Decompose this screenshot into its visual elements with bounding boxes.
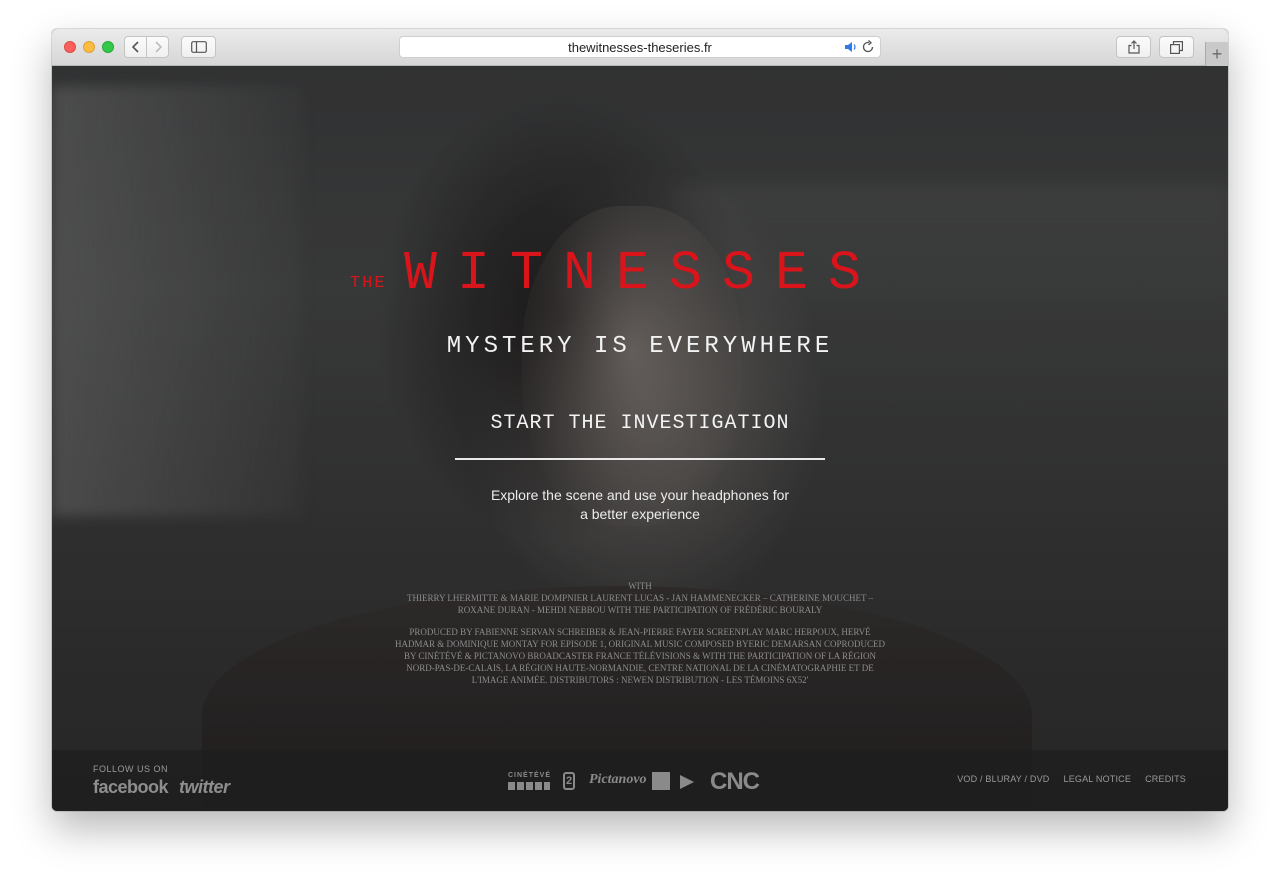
credits-link[interactable]: CREDITS xyxy=(1145,774,1186,784)
follow-label: FOLLOW US ON xyxy=(93,764,169,774)
reload-icon[interactable] xyxy=(862,40,875,54)
tagline: MYSTERY IS EVERYWHERE xyxy=(446,333,834,360)
credits-production: PRODUCED BY FABIENNE SERVAN SCHREIBER & … xyxy=(394,627,886,685)
share-button[interactable] xyxy=(1116,36,1151,58)
cta-underline xyxy=(455,458,825,460)
credits-block: WITH THIERRY LHERMITTE & MARIE DOMPNIER … xyxy=(392,580,888,686)
back-icon xyxy=(131,41,139,53)
sidebar-icon xyxy=(190,41,207,53)
close-window-button[interactable] xyxy=(64,41,76,53)
cineteve-logo-mark xyxy=(508,782,550,790)
credits-with-label: WITH xyxy=(628,581,652,591)
twitter-link[interactable]: twitter xyxy=(179,777,230,798)
pictanovo-logo: Pictanovo xyxy=(589,772,647,787)
back-button[interactable] xyxy=(124,36,147,58)
cnc-logo: CNC xyxy=(710,768,760,795)
sidebar-button[interactable] xyxy=(181,36,216,58)
forward-button[interactable] xyxy=(146,36,169,58)
vod-link[interactable]: VOD / BLURAY / DVD xyxy=(957,774,1049,784)
facebook-link[interactable]: facebook xyxy=(93,777,169,798)
title-prefix: THE xyxy=(350,274,387,293)
region-logo xyxy=(652,772,670,790)
browser-toolbar: thewitnesses-theseries.fr + xyxy=(52,29,1228,66)
tabs-icon xyxy=(1170,40,1183,54)
show-tabs-button[interactable] xyxy=(1159,36,1194,58)
speaker-icon[interactable] xyxy=(844,40,858,54)
credits-cast: THIERRY LHERMITTE & MARIE DOMPNIER LAURE… xyxy=(406,593,874,615)
forward-icon xyxy=(154,41,162,53)
address-url: thewitnesses-theseries.fr xyxy=(568,39,712,55)
new-tab-button[interactable]: + xyxy=(1205,42,1228,66)
web-page: THE WITNESSES MYSTERY IS EVERYWHERE STAR… xyxy=(52,66,1228,811)
browser-window: thewitnesses-theseries.fr + THE WITNESSE… xyxy=(52,29,1228,811)
address-bar[interactable]: thewitnesses-theseries.fr xyxy=(399,36,881,58)
cineteve-logo: CINÉTÉVÉ xyxy=(508,772,552,779)
site-title: THE WITNESSES xyxy=(52,244,1228,304)
start-investigation-button[interactable]: START THE INVESTIGATION xyxy=(452,412,828,435)
dark-overlay xyxy=(52,66,1228,811)
france2-logo: 2 xyxy=(563,772,575,790)
new-tab-icon: + xyxy=(1211,44,1223,64)
maximize-window-button[interactable] xyxy=(102,41,114,53)
title-main: WITNESSES xyxy=(404,242,882,305)
share-icon xyxy=(1127,40,1140,54)
legal-notice-link[interactable]: LEGAL NOTICE xyxy=(1064,774,1132,784)
play-logo xyxy=(680,775,694,789)
site-footer: FOLLOW US ON facebook twitter CINÉTÉVÉ 2… xyxy=(52,750,1228,811)
footer-links: VOD / BLURAY / DVD LEGAL NOTICE CREDITS xyxy=(957,774,1186,784)
intro-text: Explore the scene and use your headphone… xyxy=(490,487,790,522)
minimize-window-button[interactable] xyxy=(83,41,95,53)
